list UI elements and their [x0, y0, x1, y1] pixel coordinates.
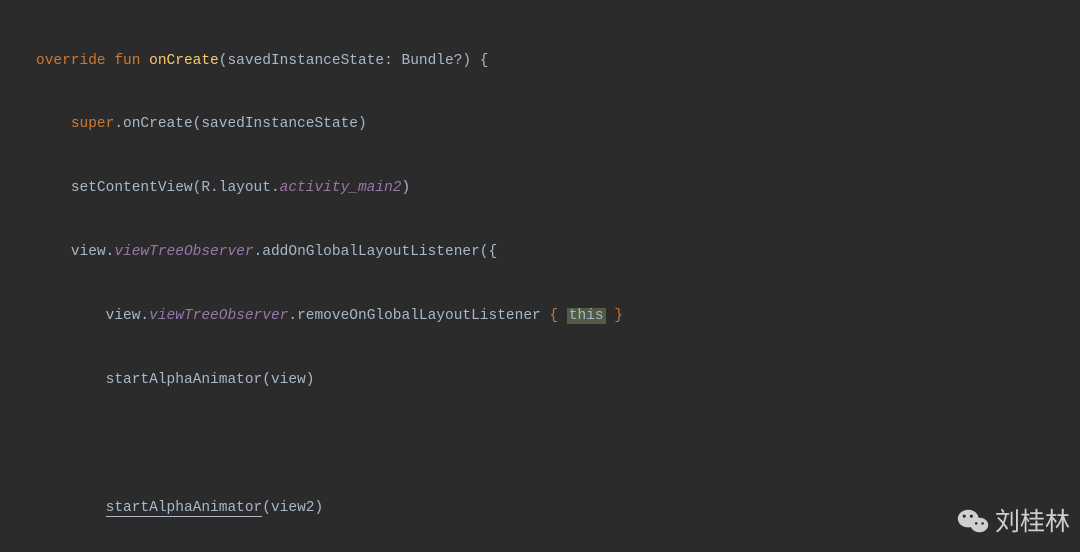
- text: setContentView(R.layout.: [71, 180, 280, 196]
- keyword-fun: fun: [114, 53, 140, 69]
- prop-viewTreeObserver: viewTreeObserver: [114, 244, 253, 260]
- code-line[interactable]: startAlphaAnimator(view): [36, 370, 1080, 391]
- text: .removeOnGlobalLayoutListener: [288, 308, 549, 324]
- text: startAlphaAnimator(view): [106, 372, 315, 388]
- call: .onCreate(savedInstanceState): [114, 116, 366, 132]
- code-line[interactable]: startAlphaAnimator(view2): [36, 498, 1080, 519]
- code-line[interactable]: view.viewTreeObserver.addOnGlobalLayoutL…: [36, 242, 1080, 263]
- keyword-super: super: [71, 116, 115, 132]
- text: ): [401, 180, 410, 196]
- text: view.: [71, 244, 115, 260]
- layout-literal: activity_main2: [280, 180, 402, 196]
- fn-startAlphaAnimator-link[interactable]: startAlphaAnimator: [106, 500, 263, 517]
- text: (view2): [262, 500, 323, 516]
- keyword-this: this: [567, 308, 606, 324]
- text: .addOnGlobalLayoutListener({: [254, 244, 498, 260]
- code-line[interactable]: view.viewTreeObserver.removeOnGlobalLayo…: [36, 306, 1080, 327]
- brace: {: [471, 53, 488, 69]
- keyword-override: override: [36, 53, 106, 69]
- code-line[interactable]: override fun onCreate(savedInstanceState…: [36, 51, 1080, 72]
- params: (savedInstanceState: Bundle?): [219, 53, 471, 69]
- code-line[interactable]: super.onCreate(savedInstanceState): [36, 114, 1080, 135]
- prop-viewTreeObserver: viewTreeObserver: [149, 308, 288, 324]
- text: view.: [106, 308, 150, 324]
- code-line[interactable]: [36, 434, 1080, 455]
- code-line[interactable]: setContentView(R.layout.activity_main2): [36, 178, 1080, 199]
- fn-onCreate: onCreate: [149, 53, 219, 69]
- code-editor[interactable]: override fun onCreate(savedInstanceState…: [0, 0, 1080, 552]
- brace: {: [549, 308, 558, 324]
- brace: }: [606, 308, 623, 324]
